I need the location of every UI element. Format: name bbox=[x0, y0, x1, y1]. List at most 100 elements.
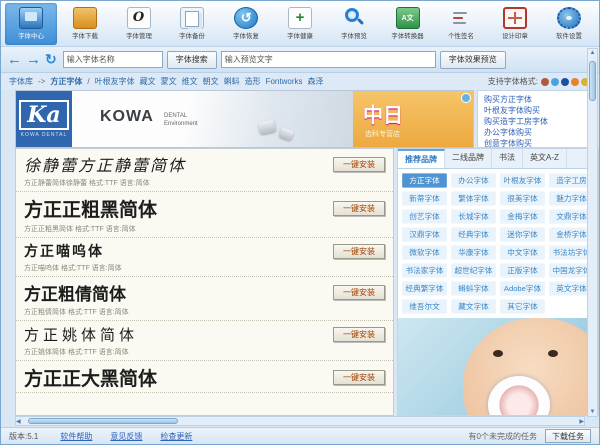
tab-calligraphy[interactable]: 书法 bbox=[492, 149, 523, 168]
category-link[interactable]: 蝌蚪字体 bbox=[451, 281, 496, 295]
install-button[interactable]: 一键安装 bbox=[333, 157, 385, 172]
toolbar-font-center[interactable]: 字体中心 bbox=[5, 3, 57, 45]
font-name: 方正喵呜体 bbox=[24, 241, 104, 261]
breadcrumb-root[interactable]: 字体库 bbox=[9, 76, 33, 87]
scroll-left-icon[interactable]: ◀ bbox=[16, 417, 21, 426]
brand-link[interactable]: 蒙文 bbox=[161, 76, 177, 87]
category-link[interactable]: 办公字体 bbox=[451, 173, 496, 187]
install-button[interactable]: 一键安装 bbox=[333, 327, 385, 342]
brand-link[interactable]: 维文 bbox=[182, 76, 198, 87]
toolbar-stamp[interactable]: 设计印章 bbox=[489, 3, 541, 45]
font-row: 徐静蕾方正静蕾简体 一键安装 方正静蕾简体徐静蕾 格式:TTF 语言:简体 bbox=[16, 149, 393, 192]
category-link[interactable]: 维吾尔文 bbox=[402, 299, 447, 313]
purchase-link[interactable]: 办公字体购买 bbox=[484, 127, 588, 138]
category-link[interactable]: 方正字体 bbox=[402, 173, 447, 187]
category-link[interactable]: 金梅字体 bbox=[500, 209, 545, 223]
category-link[interactable]: 繁体字体 bbox=[451, 191, 496, 205]
toolbar-font-restore[interactable]: ↺ 字体恢复 bbox=[220, 3, 272, 45]
format-ttf-icon[interactable] bbox=[541, 78, 549, 86]
install-button[interactable]: 一键安装 bbox=[333, 370, 385, 385]
category-link[interactable]: 汉鼎字体 bbox=[402, 227, 447, 241]
category-link[interactable]: 微软字体 bbox=[402, 245, 447, 259]
category-link[interactable]: 经典字体 bbox=[451, 227, 496, 241]
refresh-icon[interactable]: ↻ bbox=[45, 51, 57, 68]
banner-close-icon[interactable] bbox=[461, 93, 471, 103]
font-search-button[interactable]: 字体搜索 bbox=[167, 51, 217, 69]
magnifier-icon bbox=[342, 7, 366, 29]
kowa-ad-banner[interactable]: Ka KOWA DENTAL KOWA DENTAL Environment 中… bbox=[15, 90, 474, 148]
brand-link[interactable]: 朝文 bbox=[203, 76, 219, 87]
category-link[interactable]: 其它字体 bbox=[500, 299, 545, 313]
category-link[interactable]: 迷你字体 bbox=[500, 227, 545, 241]
stamp-icon bbox=[503, 7, 527, 29]
category-link[interactable]: 藏文字体 bbox=[451, 299, 496, 313]
category-link[interactable]: 叶根友字体 bbox=[500, 173, 545, 187]
font-meta: 方正姚体简体 格式:TTF 语言:简体 bbox=[24, 347, 385, 359]
category-link[interactable]: 很美字体 bbox=[500, 191, 545, 205]
category-link[interactable]: Adobe字体 bbox=[500, 281, 545, 295]
feedback-link[interactable]: 意见反馈 bbox=[110, 431, 142, 442]
toolbar-font-preview[interactable]: 字体预览 bbox=[328, 3, 380, 45]
format-ttc-icon[interactable] bbox=[571, 78, 579, 86]
category-link[interactable]: 书法家字体 bbox=[402, 263, 447, 277]
brand-link[interactable]: 藏文 bbox=[140, 76, 156, 87]
format-fon-icon[interactable] bbox=[561, 78, 569, 86]
toolbar-signature[interactable]: 个性签名 bbox=[436, 3, 488, 45]
toolbar-settings[interactable]: 软件设置 bbox=[543, 3, 595, 45]
category-link[interactable]: 长城字体 bbox=[451, 209, 496, 223]
toolbar-font-convert[interactable]: A文 字体转换器 bbox=[382, 3, 434, 45]
brand-link[interactable]: Fontworks bbox=[266, 77, 303, 86]
install-button[interactable]: 一键安装 bbox=[333, 201, 385, 216]
version-label: 版本:5.1 bbox=[9, 431, 38, 442]
baby-photo-ad[interactable] bbox=[398, 318, 598, 415]
scroll-right-icon[interactable]: ▶ bbox=[579, 417, 584, 426]
font-name-input[interactable] bbox=[63, 51, 163, 68]
category-link[interactable]: 新蒂字体 bbox=[402, 191, 447, 205]
check-update-link[interactable]: 检查更新 bbox=[160, 431, 192, 442]
scroll-up-icon[interactable]: ▲ bbox=[590, 49, 596, 57]
purchase-link[interactable]: 购买方正字体 bbox=[484, 94, 588, 105]
category-link[interactable]: 经典繁字体 bbox=[402, 281, 447, 295]
category-link[interactable]: 超世纪字体 bbox=[451, 263, 496, 277]
tooth-image bbox=[258, 119, 276, 134]
category-link[interactable]: 创艺字体 bbox=[402, 209, 447, 223]
format-otf-icon[interactable] bbox=[551, 78, 559, 86]
help-link[interactable]: 软件帮助 bbox=[60, 431, 92, 442]
purchase-link[interactable]: 购买造字工房字体 bbox=[484, 116, 588, 127]
install-button[interactable]: 一键安装 bbox=[333, 285, 385, 300]
font-list: 徐静蕾方正静蕾简体 一键安装 方正静蕾简体徐静蕾 格式:TTF 语言:简体 方正… bbox=[15, 148, 394, 416]
back-icon[interactable]: ← bbox=[7, 52, 22, 67]
status-bar: 版本:5.1 软件帮助 意见反馈 检查更新 有0个未完成的任务 下载任务 bbox=[1, 427, 599, 444]
preview-text-input[interactable] bbox=[221, 51, 436, 68]
brand-link[interactable]: 叶根友字体 bbox=[95, 76, 135, 87]
brand-link[interactable]: 造形 bbox=[245, 76, 261, 87]
tab-english-az[interactable]: 英文A-Z bbox=[523, 149, 567, 168]
brand-link[interactable]: 蝌蚪 bbox=[224, 76, 240, 87]
category-link[interactable]: 中文字体 bbox=[500, 245, 545, 259]
vertical-scrollbar[interactable]: ▲ ▼ bbox=[587, 48, 598, 417]
hscroll-thumb[interactable] bbox=[28, 418, 178, 424]
vscroll-thumb[interactable] bbox=[589, 61, 596, 101]
toolbar-font-manage[interactable]: O 字体管理 bbox=[113, 3, 165, 45]
gear-icon bbox=[557, 7, 581, 29]
font-backup-icon bbox=[180, 7, 204, 29]
category-link[interactable]: 华康字体 bbox=[451, 245, 496, 259]
breadcrumb: 字体库 -> 方正字体 / 叶根友字体 藏文 蒙文 维文 朝文 蝌蚪 造形 Fo… bbox=[1, 73, 599, 90]
horizontal-scrollbar[interactable]: ◀ ▶ bbox=[15, 416, 585, 426]
install-button[interactable]: 一键安装 bbox=[333, 244, 385, 259]
download-tasks-button[interactable]: 下载任务 bbox=[545, 429, 591, 443]
brand-link[interactable]: 森泽 bbox=[307, 76, 323, 87]
font-center-icon bbox=[19, 7, 43, 29]
scroll-down-icon[interactable]: ▼ bbox=[590, 408, 596, 416]
toolbar-font-health[interactable]: + 字体健康 bbox=[274, 3, 326, 45]
font-preview-button[interactable]: 字体效果预览 bbox=[440, 51, 506, 69]
forward-icon[interactable]: → bbox=[26, 52, 41, 67]
category-link[interactable]: 正版字体 bbox=[500, 263, 545, 277]
toolbar-label: 字体中心 bbox=[18, 31, 44, 40]
toolbar-font-download[interactable]: 字体下载 bbox=[59, 3, 111, 45]
breadcrumb-current[interactable]: 方正字体 bbox=[50, 76, 82, 87]
toolbar-font-backup[interactable]: 字体备份 bbox=[166, 3, 218, 45]
tab-second-tier-brands[interactable]: 二线品牌 bbox=[445, 149, 492, 168]
tab-recommended-brands[interactable]: 推荐品牌 bbox=[398, 149, 445, 168]
purchase-link[interactable]: 叶根友字体购买 bbox=[484, 105, 588, 116]
